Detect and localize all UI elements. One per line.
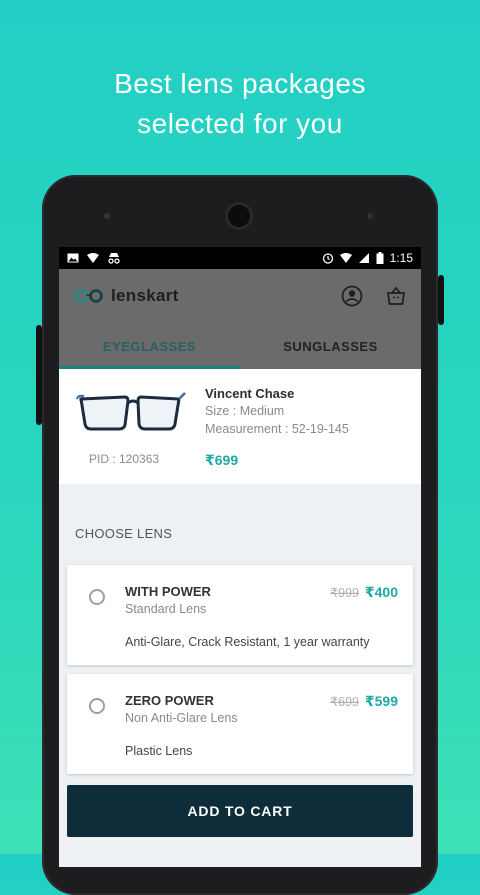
- app-screen: 1:15 lenskart EYEGLASSES SUNGLASSES PID …: [59, 247, 421, 867]
- product-summary: PID : 120363 Vincent Chase Size : Medium…: [59, 369, 421, 492]
- lenskart-logo[interactable]: lenskart: [73, 286, 179, 306]
- lens-option-description: Anti-Glare, Crack Resistant, 1 year warr…: [125, 635, 370, 649]
- wifi-icon: [87, 253, 99, 263]
- lens-option-with-power[interactable]: WITH POWER Standard Lens ₹999 ₹400 Anti-…: [67, 565, 413, 665]
- lens-option-title: ZERO POWER: [125, 693, 214, 708]
- category-tabs: EYEGLASSES SUNGLASSES: [59, 323, 421, 369]
- sensor-dot: [104, 213, 110, 219]
- incognito-icon: [108, 253, 120, 264]
- product-measurement: Measurement : 52-19-145: [205, 422, 349, 436]
- headline: Best lens packages selected for you: [0, 64, 480, 144]
- account-icon[interactable]: [341, 285, 363, 307]
- front-camera: [228, 205, 250, 227]
- headline-line-1: Best lens packages: [114, 68, 366, 99]
- phone-frame: 1:15 lenskart EYEGLASSES SUNGLASSES PID …: [36, 175, 444, 895]
- signal-icon: [358, 253, 369, 263]
- cart-icon[interactable]: [385, 285, 407, 307]
- lens-price: ₹599: [364, 693, 398, 709]
- volume-button: [36, 325, 42, 425]
- add-to-cart-button[interactable]: ADD TO CART: [67, 785, 413, 837]
- wifi-icon: [339, 253, 352, 263]
- app-bar: lenskart: [59, 269, 421, 323]
- alarm-icon: [322, 253, 333, 264]
- lens-price: ₹400: [364, 584, 398, 600]
- lens-option-subtitle: Standard Lens: [125, 602, 207, 616]
- radio-unchecked-icon[interactable]: [89, 589, 105, 605]
- logo-glasses-icon: [74, 289, 103, 303]
- image-icon: [67, 253, 79, 263]
- clock: 1:15: [389, 251, 413, 265]
- eyeglasses-product-image: [76, 392, 186, 431]
- product-id: PID : 120363: [89, 452, 160, 466]
- lens-option-subtitle: Non Anti-Glare Lens: [125, 711, 238, 725]
- lens-option-zero-power[interactable]: ZERO POWER Non Anti-Glare Lens ₹699 ₹599…: [67, 674, 413, 774]
- headline-line-2: selected for you: [137, 108, 343, 139]
- tab-sunglasses[interactable]: SUNGLASSES: [240, 323, 421, 369]
- lens-original-price: ₹999: [330, 586, 359, 600]
- sensor-dot: [367, 213, 373, 219]
- lens-option-title: WITH POWER: [125, 584, 211, 599]
- radio-unchecked-icon[interactable]: [89, 698, 105, 714]
- product-size: Size : Medium: [205, 404, 285, 418]
- lens-original-price: ₹699: [330, 695, 359, 709]
- product-price: ₹699: [205, 452, 239, 468]
- battery-icon: [376, 252, 384, 264]
- product-name: Vincent Chase: [205, 386, 295, 401]
- brand-name: lenskart: [111, 286, 179, 305]
- tab-eyeglasses[interactable]: EYEGLASSES: [59, 323, 240, 369]
- power-button: [438, 275, 444, 325]
- lens-option-description: Plastic Lens: [125, 744, 193, 758]
- status-bar: 1:15: [59, 247, 421, 269]
- choose-lens-heading: CHOOSE LENS: [75, 526, 173, 541]
